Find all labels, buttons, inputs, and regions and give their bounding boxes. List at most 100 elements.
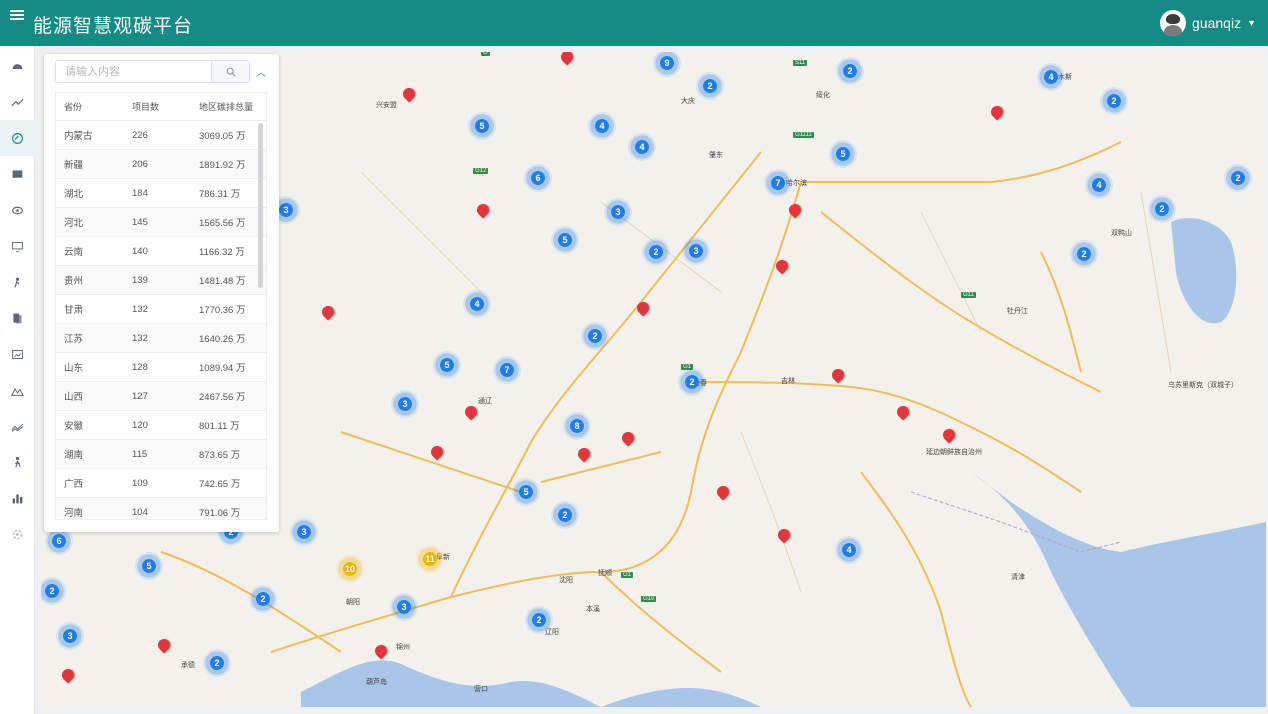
avatar[interactable] — [1160, 10, 1187, 36]
marker-cluster[interactable]: 2 — [203, 649, 231, 677]
cell-count: 120 — [132, 419, 148, 431]
highway-shield: G — [481, 52, 490, 56]
marker-cluster[interactable]: 6 — [524, 164, 552, 192]
cell-province: 山东 — [64, 363, 84, 374]
marker-cluster[interactable]: 3 — [604, 198, 632, 226]
sidebar-item-person[interactable] — [0, 264, 35, 300]
marker-cluster[interactable]: 5 — [433, 351, 461, 379]
sidebar-item-calendar-chart[interactable] — [0, 336, 35, 372]
marker-cluster[interactable]: 3 — [391, 390, 419, 418]
marker-cluster[interactable]: 3 — [390, 593, 418, 621]
table-row[interactable]: 内蒙古 226 3069.05 万 — [56, 121, 266, 150]
city-label: 锦州 — [396, 644, 410, 651]
marker-cluster[interactable]: 5 — [135, 552, 163, 580]
marker-cluster[interactable]: 2 — [581, 322, 609, 350]
table-row[interactable]: 广西 109 742.65 万 — [56, 469, 266, 498]
marker-cluster[interactable]: 2 — [642, 238, 670, 266]
marker-cluster[interactable]: 2 — [1070, 240, 1098, 268]
search-button[interactable] — [211, 61, 249, 82]
sidebar-item-compass[interactable] — [0, 120, 35, 156]
header-emission-total[interactable]: 地区碳排总量 — [191, 100, 266, 113]
marker-cluster[interactable]: 5 — [512, 478, 540, 506]
marker-cluster[interactable]: 2 — [1224, 164, 1252, 192]
marker-cluster[interactable]: 4 — [628, 133, 656, 161]
marker-cluster[interactable]: 5 — [551, 226, 579, 254]
marker-cluster[interactable]: 2 — [696, 72, 724, 100]
marker-cluster[interactable]: 2 — [836, 57, 864, 85]
marker-cluster[interactable]: 5 — [829, 140, 857, 168]
marker-cluster[interactable]: 3 — [682, 237, 710, 265]
sidebar-item-area-chart[interactable] — [0, 372, 35, 408]
user-menu[interactable]: guanqiz ▼ — [1160, 10, 1256, 36]
marker-cluster[interactable]: 4 — [1037, 63, 1065, 91]
sidebar-item-bar-chart[interactable] — [0, 480, 35, 516]
marker-cluster[interactable]: 2 — [1148, 195, 1176, 223]
cell-emission: 1089.94 万 — [199, 363, 246, 374]
city-label: 清津 — [1011, 574, 1025, 581]
caret-down-icon[interactable]: ▼ — [1247, 18, 1256, 28]
table-row[interactable]: 湖南 115 873.65 万 — [56, 440, 266, 469]
city-label: 兴安盟 — [376, 102, 397, 109]
table-row[interactable]: 江苏 132 1640.26 万 — [56, 324, 266, 353]
header-project-count[interactable]: 项目数 — [124, 100, 191, 113]
sidebar-item-trend[interactable] — [0, 84, 35, 120]
marker-cluster[interactable]: 3 — [56, 622, 84, 650]
sidebar-item-dashboard[interactable] — [0, 48, 35, 84]
table-row[interactable]: 安徽 120 801.11 万 — [56, 411, 266, 440]
table-row[interactable]: 新疆 206 1891.92 万 — [56, 150, 266, 179]
table-row[interactable]: 山西 127 2467.56 万 — [56, 382, 266, 411]
table-row[interactable]: 云南 140 1166.32 万 — [56, 237, 266, 266]
marker-cluster[interactable]: 2 — [551, 501, 579, 529]
cell-emission: 1640.26 万 — [199, 334, 246, 345]
header-province[interactable]: 省份 — [56, 100, 124, 113]
marker-cluster[interactable]: 2 — [678, 368, 706, 396]
marker-cluster[interactable]: 7 — [493, 356, 521, 384]
table-row[interactable]: 河南 104 791.06 万 — [56, 498, 266, 519]
sidebar-item-settings[interactable] — [0, 516, 35, 552]
marker-cluster[interactable]: 4 — [1085, 171, 1113, 199]
table-row[interactable]: 河北 145 1565.56 万 — [56, 208, 266, 237]
table-scrollbar[interactable] — [258, 123, 263, 288]
compass-icon — [12, 132, 23, 144]
sidebar-item-eye[interactable] — [0, 192, 35, 228]
table-row[interactable]: 贵州 139 1481.48 万 — [56, 266, 266, 295]
sidebar-item-stock[interactable] — [0, 408, 35, 444]
cell-province: 广西 — [64, 479, 84, 490]
table-row[interactable]: 湖北 184 786.31 万 — [56, 179, 266, 208]
marker-cluster[interactable]: 2 — [525, 606, 553, 634]
marker-cluster[interactable]: 3 — [290, 518, 318, 546]
marker-cluster[interactable]: 2 — [1100, 87, 1128, 115]
chevron-up-icon[interactable]: ︿ — [256, 64, 266, 79]
cell-province: 内蒙古 — [64, 131, 93, 142]
marker-cluster[interactable]: 5 — [468, 112, 496, 140]
marker-cluster[interactable]: 7 — [764, 169, 792, 197]
cell-province: 河南 — [64, 508, 84, 519]
marker-cluster[interactable]: 2 — [249, 585, 277, 613]
cell-province: 湖南 — [64, 450, 84, 461]
sidebar-item-document[interactable] — [0, 300, 35, 336]
cell-count: 128 — [132, 361, 148, 373]
table-row[interactable]: 山东 128 1089.94 万 — [56, 353, 266, 382]
cell-province: 甘肃 — [64, 305, 84, 316]
city-label: 承德 — [181, 662, 195, 669]
table-row[interactable]: 甘肃 132 1770.36 万 — [56, 295, 266, 324]
cell-count: 115 — [132, 448, 148, 460]
menu-toggle-icon[interactable] — [10, 10, 24, 24]
sidebar-item-monitor[interactable] — [0, 228, 35, 264]
city-label: 肇东 — [709, 152, 723, 159]
marker-cluster[interactable]: 4 — [588, 112, 616, 140]
marker-cluster[interactable]: 10 — [336, 555, 364, 583]
cell-emission: 786.31 万 — [199, 189, 241, 200]
table-header: 省份 项目数 地区碳排总量 — [56, 93, 266, 121]
sidebar-item-walk[interactable] — [0, 444, 35, 480]
monitor-icon — [12, 241, 23, 252]
search-icon — [226, 67, 236, 77]
marker-cluster[interactable]: 11 — [416, 545, 444, 573]
username[interactable]: guanqiz — [1192, 15, 1241, 31]
marker-cluster[interactable]: 4 — [835, 536, 863, 564]
sidebar-item-screen[interactable] — [0, 156, 35, 192]
marker-cluster[interactable]: 4 — [463, 290, 491, 318]
city-label: 抚顺 — [598, 570, 612, 577]
search-input[interactable] — [56, 61, 211, 82]
marker-cluster[interactable]: 8 — [563, 412, 591, 440]
